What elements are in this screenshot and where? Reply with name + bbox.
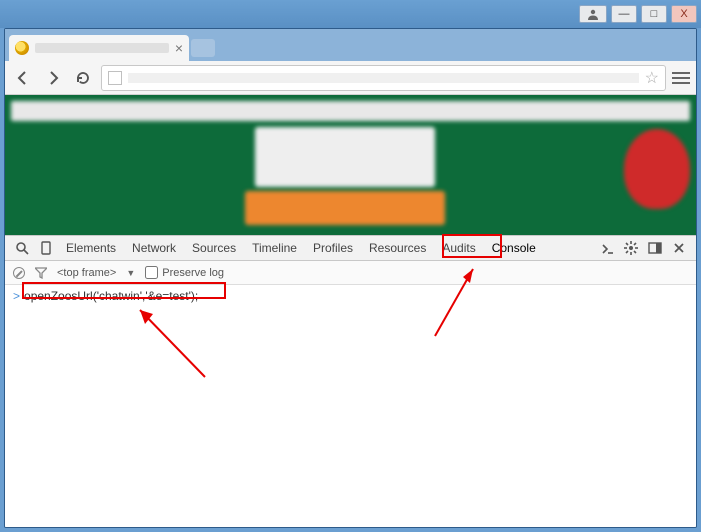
filter-icon[interactable] (35, 267, 47, 279)
clear-console-icon[interactable] (13, 267, 25, 279)
address-bar[interactable]: ☆ (101, 65, 666, 91)
forward-button[interactable] (41, 66, 65, 90)
console-prompt-icon: > (13, 289, 20, 303)
context-selector[interactable]: <top frame> (57, 267, 116, 279)
maximize-button[interactable]: □ (641, 5, 667, 23)
page-icon (108, 71, 122, 85)
bookmark-star-icon[interactable]: ☆ (645, 68, 659, 88)
tab-network[interactable]: Network (125, 236, 183, 260)
window-titlebar: — □ X (0, 0, 701, 28)
preserve-log-checkbox[interactable] (145, 266, 158, 279)
preserve-log-label[interactable]: Preserve log (145, 266, 224, 279)
tab-resources[interactable]: Resources (362, 236, 433, 260)
tab-close-icon[interactable]: × (175, 40, 183, 56)
back-button[interactable] (11, 66, 35, 90)
drawer-toggle-icon[interactable] (596, 241, 618, 255)
page-content (5, 95, 696, 235)
tab-profiles[interactable]: Profiles (306, 236, 360, 260)
preserve-log-text: Preserve log (162, 267, 224, 279)
devtools-tabbar: Elements Network Sources Timeline Profil… (5, 235, 696, 261)
console-body[interactable]: > openZoosUrl('chatwin','&e=test'); (5, 285, 696, 527)
inspect-icon[interactable] (11, 241, 33, 255)
tab-strip: × (5, 29, 696, 61)
tab-audits[interactable]: Audits (435, 236, 482, 260)
tab-elements[interactable]: Elements (59, 236, 123, 260)
close-button[interactable]: X (671, 5, 697, 23)
devtools: Elements Network Sources Timeline Profil… (5, 235, 696, 527)
devtools-close-icon[interactable] (668, 241, 690, 255)
minimize-button[interactable]: — (611, 5, 637, 23)
favicon-icon (15, 41, 29, 55)
console-toolbar: <top frame> ▼ Preserve log (5, 261, 696, 285)
new-tab-button[interactable] (191, 39, 215, 57)
device-mode-icon[interactable] (35, 241, 57, 255)
chevron-down-icon[interactable]: ▼ (126, 268, 135, 278)
tab-console[interactable]: Console (485, 236, 543, 260)
console-input-line[interactable]: > openZoosUrl('chatwin','&e=test'); (13, 289, 688, 303)
user-icon[interactable] (579, 5, 607, 23)
tab-timeline[interactable]: Timeline (245, 236, 304, 260)
reload-button[interactable] (71, 66, 95, 90)
tab-title (35, 43, 169, 53)
dock-side-icon[interactable] (644, 241, 666, 255)
console-input-text: openZoosUrl('chatwin','&e=test'); (24, 289, 198, 303)
settings-gear-icon[interactable] (620, 241, 642, 255)
url-text (128, 73, 639, 83)
browser-window: × ☆ Elements Network Sources Timeline Pr… (4, 28, 697, 528)
chrome-menu-icon[interactable] (672, 72, 690, 84)
tab-sources[interactable]: Sources (185, 236, 243, 260)
browser-toolbar: ☆ (5, 61, 696, 95)
browser-tab[interactable]: × (9, 35, 189, 61)
